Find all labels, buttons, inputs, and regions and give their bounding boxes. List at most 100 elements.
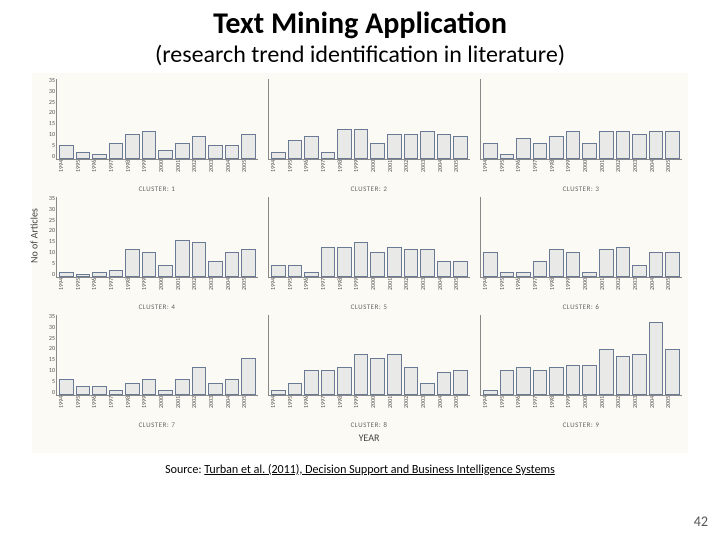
bar [271, 265, 286, 276]
bar [500, 272, 515, 277]
panel-label: CLUSTER: 9 [480, 420, 682, 429]
bars-container [481, 315, 682, 395]
chart-panel: 1994199519961997199819992000200120022003… [480, 79, 682, 193]
panel-label: CLUSTER: 2 [268, 184, 470, 193]
bar [500, 370, 515, 395]
chart-panel: 1994199519961997199819992000200120022003… [480, 197, 682, 311]
bar [304, 136, 319, 159]
bar [288, 265, 303, 276]
x-ticks: 1994199519961997199819992000200120022003… [480, 278, 682, 302]
bars-container [57, 79, 258, 159]
chart-panel: 0510152025303519941995199619971998199920… [56, 197, 258, 311]
panel-label: CLUSTER: 6 [480, 302, 682, 311]
bar [125, 134, 140, 159]
bar [158, 150, 173, 159]
x-ticks: 1994199519961997199819992000200120022003… [56, 160, 258, 184]
panel-label: CLUSTER: 7 [56, 420, 258, 429]
bar [109, 270, 124, 277]
bar [92, 272, 107, 277]
plot-area [480, 315, 682, 396]
bar [483, 252, 498, 277]
bars-container [269, 197, 470, 277]
page-title: Text Mining Application [0, 8, 720, 40]
bar [225, 145, 240, 159]
chart-panel: 0510152025303519941995199619971998199920… [56, 79, 258, 193]
bar [404, 134, 419, 159]
panel-label: CLUSTER: 8 [268, 420, 470, 429]
bar [288, 383, 303, 394]
bar [649, 322, 664, 395]
bar [599, 249, 614, 276]
bar [175, 143, 190, 159]
bars-container [57, 315, 258, 395]
plot-area [480, 197, 682, 278]
panel-label: CLUSTER: 1 [56, 184, 258, 193]
bar [549, 136, 564, 159]
x-ticks: 1994199519961997199819992000200120022003… [268, 160, 470, 184]
bar [271, 390, 286, 395]
bar [59, 272, 74, 277]
bar [404, 249, 419, 276]
panel-label: CLUSTER: 5 [268, 302, 470, 311]
plot-area: 05101520253035 [56, 79, 258, 160]
bar [59, 379, 74, 395]
bar [437, 134, 452, 159]
x-ticks: 1994199519961997199819992000200120022003… [480, 396, 682, 420]
x-ticks: 1994199519961997199819992000200120022003… [268, 278, 470, 302]
bar [453, 370, 468, 395]
bar [158, 265, 173, 276]
x-ticks: 1994199519961997199819992000200120022003… [56, 396, 258, 420]
bar [142, 252, 157, 277]
bar [337, 129, 352, 159]
bar [241, 134, 256, 159]
bar [76, 386, 91, 395]
bar [453, 136, 468, 159]
bar [616, 131, 631, 158]
bar [420, 131, 435, 158]
bar [404, 367, 419, 394]
bar [304, 370, 319, 395]
x-ticks: 1994199519961997199819992000200120022003… [56, 278, 258, 302]
bar [337, 247, 352, 277]
bars-container [269, 79, 470, 159]
bar [533, 143, 548, 159]
bar [582, 272, 597, 277]
bar [370, 143, 385, 159]
chart-panel: 1994199519961997199819992000200120022003… [268, 315, 470, 429]
bar [370, 252, 385, 277]
bar [549, 367, 564, 394]
bar [649, 131, 664, 158]
chart-grid: 0510152025303519941995199619971998199920… [56, 79, 682, 429]
bar [241, 358, 256, 395]
plot-area [268, 79, 470, 160]
bar [387, 134, 402, 159]
bar [354, 354, 369, 395]
bar [321, 152, 336, 159]
page-number: 42 [694, 513, 708, 530]
bar [321, 247, 336, 277]
bar [288, 140, 303, 158]
bar [483, 390, 498, 395]
bar [271, 152, 286, 159]
x-axis-label: YEAR [56, 431, 682, 444]
y-axis-label: No of Articles [28, 208, 41, 263]
bar [208, 383, 223, 394]
bar [616, 247, 631, 277]
bar [387, 354, 402, 395]
bar [175, 240, 190, 277]
bar [225, 379, 240, 395]
bar [192, 242, 207, 276]
bar [649, 252, 664, 277]
plot-area: 05101520253035 [56, 315, 258, 396]
plot-area [480, 79, 682, 160]
bar [109, 143, 124, 159]
bar [665, 131, 680, 158]
bar [192, 367, 207, 394]
bar [76, 274, 91, 276]
bars-container [269, 315, 470, 395]
panel-label: CLUSTER: 3 [480, 184, 682, 193]
bar [420, 249, 435, 276]
bar [76, 152, 91, 159]
bar [192, 136, 207, 159]
figure-container: No of Articles 0510152025303519941995199… [32, 73, 688, 453]
